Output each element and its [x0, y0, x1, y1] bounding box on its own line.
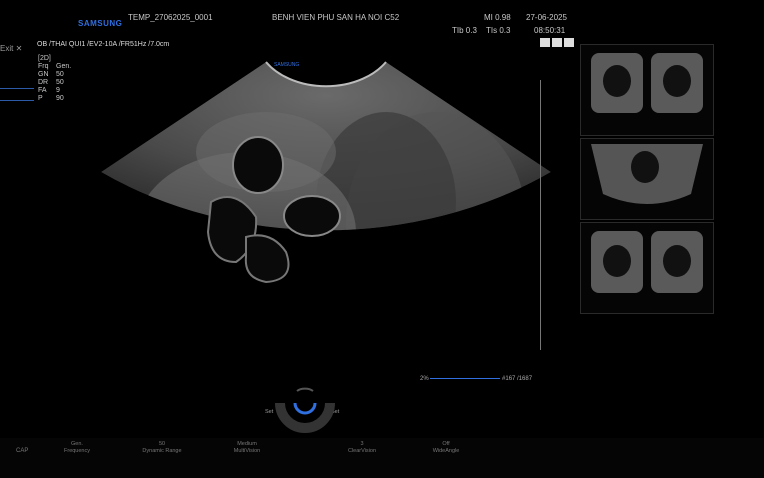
thumbnail-1[interactable] — [580, 44, 714, 136]
wideangle-control[interactable]: Off WideAngle — [421, 441, 471, 455]
left-divider — [0, 100, 34, 101]
cine-right: #167 /1687 — [502, 376, 533, 382]
param-name: FA — [38, 87, 47, 94]
control-label: Dynamic Range — [142, 448, 182, 454]
imaging-params: Frq Gen. GN 50 DR 50 FA 9 P 90 — [38, 63, 71, 103]
print-icon[interactable] — [564, 38, 574, 47]
param-value: 50 — [56, 79, 64, 86]
toolbar-icons — [540, 38, 574, 47]
samsung-logo: SAMSUNG — [78, 19, 123, 28]
patient-id: TEMP_27062025_0001 — [128, 13, 213, 22]
control-label: Frequency — [64, 448, 90, 454]
multivision-control[interactable]: Medium MultiVision — [222, 441, 272, 455]
dynamic-range-control[interactable]: 50 Dynamic Range — [135, 441, 189, 455]
close-icon: ✕ — [15, 44, 23, 53]
param-name: Frq — [38, 63, 49, 70]
cyst — [283, 195, 341, 237]
cine-slider[interactable] — [430, 377, 501, 379]
thumbnail-image — [591, 53, 703, 113]
param-value: 50 — [56, 71, 64, 78]
depth-scale — [540, 80, 541, 350]
param-value: 90 — [56, 95, 64, 102]
control-value: 50 — [158, 441, 166, 447]
exit-button[interactable]: Exit ✕ — [0, 44, 22, 53]
control-value: 3 — [360, 441, 364, 447]
param-name: P — [38, 95, 43, 102]
cyst — [244, 234, 290, 284]
cine-left: 2% — [420, 376, 429, 382]
thermal-index-soft: TIs 0.3 — [486, 26, 511, 35]
exam-time: 08:50:31 — [534, 26, 566, 35]
trackball-dial[interactable] — [275, 383, 335, 433]
left-divider — [0, 88, 34, 89]
control-label: MultiVision — [233, 448, 261, 454]
control-value: Off — [442, 441, 450, 447]
param-value: Gen. — [56, 63, 72, 70]
mechanical-index: MI 0.98 — [484, 13, 511, 22]
probe-brand: SAMSUNG — [274, 62, 299, 68]
cap-button[interactable]: CAP — [16, 448, 28, 454]
param-name: DR — [38, 79, 49, 86]
film-icon[interactable] — [552, 38, 562, 47]
ultrasound-image: SAMSUNG — [101, 61, 551, 284]
cine-bar[interactable]: 2% #167 /1687 — [420, 376, 532, 382]
mode-label: [2D] — [38, 55, 51, 62]
thumbnail-image — [591, 144, 703, 204]
frequency-control[interactable]: Gen. Frequency — [52, 441, 102, 455]
param-value: 9 — [56, 87, 60, 94]
thermal-index-bone: TIb 0.3 — [452, 26, 477, 35]
exit-label: Exit — [0, 44, 14, 53]
param-name: GN — [38, 71, 49, 78]
thumbnail-2[interactable] — [580, 138, 714, 220]
control-value: Medium — [237, 441, 257, 447]
clearvision-control[interactable]: 3 ClearVision — [337, 441, 387, 455]
set-left-label[interactable]: Set — [265, 409, 273, 415]
camera-icon[interactable] — [540, 38, 550, 47]
control-label: ClearVision — [347, 448, 377, 454]
cyst — [232, 136, 284, 194]
control-label: WideAngle — [432, 448, 460, 454]
control-value: Gen. — [71, 441, 83, 447]
exam-date: 27-06-2025 — [526, 13, 567, 22]
thumbnail-3[interactable] — [580, 222, 714, 314]
thumbnail-image — [591, 231, 703, 293]
hospital-name: BENH VIEN PHU SAN HA NOI C52 — [272, 13, 400, 22]
preset-line: OB /THAI QUI1 /EV2-10A /FR51Hz /7.0cm — [37, 41, 170, 48]
